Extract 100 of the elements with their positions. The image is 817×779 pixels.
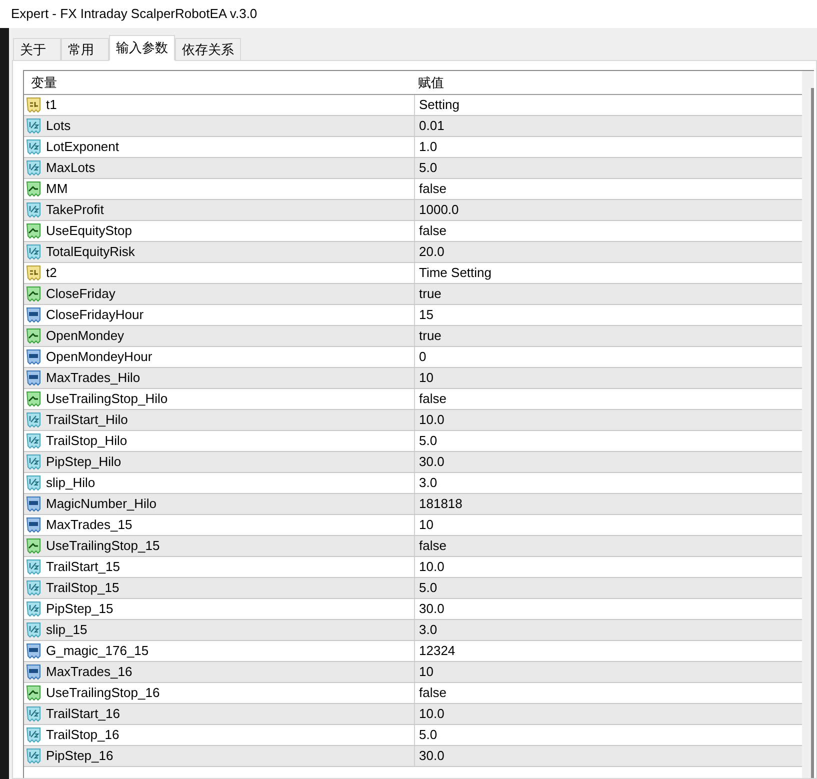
parameter-name: CloseFriday bbox=[46, 285, 116, 304]
switch-type-icon bbox=[26, 223, 41, 239]
parameter-value[interactable]: 5.0 bbox=[419, 725, 438, 745]
parameter-name: G_magic_176_15 bbox=[46, 642, 149, 660]
parameter-value[interactable]: 30.0 bbox=[419, 452, 444, 472]
parameter-name: MM bbox=[46, 180, 68, 198]
number-type-icon bbox=[26, 160, 41, 176]
parameter-value[interactable]: 3.0 bbox=[419, 473, 438, 493]
tab[interactable]: 依存关系 bbox=[175, 38, 241, 60]
column-header[interactable]: 变量 bbox=[24, 71, 414, 94]
parameter-name: t1 bbox=[46, 96, 57, 114]
number-type-icon bbox=[26, 622, 41, 638]
parameter-name: TakeProfit bbox=[46, 201, 104, 220]
switch-type-icon bbox=[26, 286, 41, 302]
parameter-name: UseTrailingStop_16 bbox=[46, 684, 160, 702]
parameter-value[interactable]: false bbox=[419, 221, 446, 241]
integer-type-icon bbox=[26, 664, 41, 680]
string-type-icon bbox=[26, 97, 41, 113]
number-type-icon bbox=[26, 454, 41, 470]
parameter-value[interactable]: 181818 bbox=[419, 494, 462, 514]
scrollbar[interactable] bbox=[802, 71, 814, 778]
switch-type-icon bbox=[26, 391, 41, 407]
string-type-icon bbox=[26, 265, 41, 281]
parameter-value[interactable]: 30.0 bbox=[419, 599, 444, 619]
parameter-name: MaxTrades_16 bbox=[46, 663, 132, 682]
parameter-name: UseEquityStop bbox=[46, 222, 132, 240]
parameter-name: PipStep_15 bbox=[46, 600, 114, 618]
number-type-icon bbox=[26, 580, 41, 596]
parameter-value[interactable]: 20.0 bbox=[419, 242, 444, 262]
scrollbar-thumb[interactable] bbox=[811, 88, 814, 778]
parameter-value[interactable]: false bbox=[419, 536, 446, 556]
parameter-value[interactable]: 10 bbox=[419, 515, 434, 535]
parameter-name: slip_Hilo bbox=[46, 474, 96, 492]
parameter-value[interactable]: 12324 bbox=[419, 641, 456, 661]
parameter-name: UseTrailingStop_15 bbox=[46, 537, 160, 556]
switch-type-icon bbox=[26, 181, 41, 197]
parameter-name: t2 bbox=[46, 264, 57, 282]
tab[interactable]: 常用 bbox=[61, 38, 109, 60]
parameter-value[interactable]: 15 bbox=[419, 305, 434, 325]
column-header[interactable]: 赋值 bbox=[414, 71, 802, 94]
number-type-icon bbox=[26, 139, 41, 155]
integer-type-icon bbox=[26, 349, 41, 365]
parameter-name: TrailStop_15 bbox=[46, 579, 120, 598]
parameter-value[interactable]: false bbox=[419, 683, 446, 703]
parameter-name: TrailStart_Hilo bbox=[46, 411, 128, 430]
parameter-value[interactable]: false bbox=[419, 389, 446, 409]
parameter-name: TrailStop_Hilo bbox=[46, 432, 128, 450]
parameter-value[interactable]: 10.0 bbox=[419, 557, 444, 577]
parameter-value[interactable]: 5.0 bbox=[419, 431, 438, 451]
parameter-value[interactable]: 0 bbox=[419, 347, 426, 367]
number-type-icon bbox=[26, 706, 41, 722]
parameter-value[interactable]: 1000.0 bbox=[419, 200, 459, 220]
parameter-value[interactable]: 5.0 bbox=[419, 578, 438, 598]
parameter-name: UseTrailingStop_Hilo bbox=[46, 390, 168, 408]
parameter-value[interactable]: 10 bbox=[419, 368, 434, 388]
parameter-value[interactable]: 10.0 bbox=[419, 410, 444, 430]
parameter-value[interactable]: 0.01 bbox=[419, 116, 444, 136]
parameter-value[interactable]: Setting bbox=[419, 95, 460, 115]
integer-type-icon bbox=[26, 643, 41, 659]
tab[interactable]: 关于 bbox=[13, 38, 61, 60]
integer-type-icon bbox=[26, 307, 41, 323]
parameter-name: Lots bbox=[46, 117, 71, 136]
integer-type-icon bbox=[26, 496, 41, 512]
parameter-value[interactable]: false bbox=[419, 179, 446, 199]
number-type-icon bbox=[26, 601, 41, 617]
parameter-name: OpenMondey bbox=[46, 327, 124, 346]
parameter-value[interactable]: 10 bbox=[419, 662, 434, 682]
number-type-icon bbox=[26, 202, 41, 218]
parameter-name: CloseFridayHour bbox=[46, 306, 144, 324]
window-title: Expert - FX Intraday ScalperRobotEA v.3.0 bbox=[11, 5, 258, 24]
parameter-value[interactable]: true bbox=[419, 284, 442, 304]
integer-type-icon bbox=[26, 370, 41, 386]
parameter-name: PipStep_Hilo bbox=[46, 453, 122, 472]
switch-type-icon bbox=[26, 538, 41, 554]
parameter-name: slip_15 bbox=[46, 621, 88, 640]
parameter-name: TotalEquityRisk bbox=[46, 243, 135, 262]
integer-type-icon bbox=[26, 517, 41, 533]
number-type-icon bbox=[26, 559, 41, 575]
parameter-value[interactable]: Time Setting bbox=[419, 263, 492, 283]
parameter-name: TrailStop_16 bbox=[46, 726, 120, 744]
number-type-icon bbox=[26, 727, 41, 743]
parameter-name: MaxLots bbox=[46, 159, 96, 178]
parameter-value[interactable]: 1.0 bbox=[419, 137, 438, 157]
tab[interactable]: 输入参数 bbox=[109, 35, 175, 61]
number-type-icon bbox=[26, 475, 41, 491]
parameter-name: OpenMondeyHour bbox=[46, 348, 152, 366]
parameter-name: TrailStart_16 bbox=[46, 705, 120, 724]
parameter-value[interactable]: 30.0 bbox=[419, 746, 444, 766]
number-type-icon bbox=[26, 244, 41, 260]
parameter-value[interactable]: true bbox=[419, 326, 442, 346]
number-type-icon bbox=[26, 748, 41, 764]
parameter-value[interactable]: 3.0 bbox=[419, 620, 438, 640]
parameter-name: MaxTrades_Hilo bbox=[46, 369, 140, 388]
parameter-name: LotExponent bbox=[46, 138, 120, 156]
parameter-value[interactable]: 5.0 bbox=[419, 158, 438, 178]
parameter-name: TrailStart_15 bbox=[46, 558, 120, 576]
parameter-name: MaxTrades_15 bbox=[46, 516, 132, 534]
parameter-name: PipStep_16 bbox=[46, 747, 114, 766]
parameter-value[interactable]: 10.0 bbox=[419, 704, 444, 724]
parameter-name: MagicNumber_Hilo bbox=[46, 495, 157, 514]
